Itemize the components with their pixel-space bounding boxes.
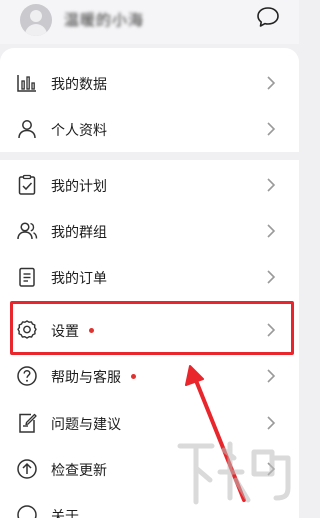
notification-dot <box>89 327 94 333</box>
chevron-right-icon <box>267 323 276 337</box>
menu-item-label: 个人资料 <box>51 123 107 139</box>
info-icon <box>17 505 37 518</box>
menu-card-secondary: 我的计划 我的群组 我的订单 设置 帮助与客服 问题与建议 检查更新 关于 <box>0 160 299 518</box>
menu-item-label: 我的计划 <box>51 179 107 195</box>
menu-item-help[interactable]: 帮助与客服 <box>0 353 299 399</box>
chevron-right-icon <box>267 462 276 476</box>
notification-dot <box>131 373 136 379</box>
chevron-right-icon <box>267 76 276 90</box>
menu-item-profile[interactable]: 个人资料 <box>0 106 299 152</box>
username[interactable]: 温暖的小海 <box>64 9 144 30</box>
menu-card-primary: 我的数据 个人资料 <box>0 48 299 152</box>
menu-item-label: 我的订单 <box>51 271 107 287</box>
menu-item-check-update[interactable]: 检查更新 <box>0 446 299 492</box>
gear-icon <box>17 320 37 339</box>
chevron-right-icon <box>267 122 276 136</box>
menu-item-my-data[interactable]: 我的数据 <box>0 60 299 106</box>
chevron-right-icon <box>267 178 276 192</box>
avatar[interactable] <box>20 4 52 36</box>
menu-item-label: 我的数据 <box>51 77 107 93</box>
chevron-right-icon <box>267 416 276 430</box>
chevron-right-icon <box>267 270 276 284</box>
menu-item-my-plan[interactable]: 我的计划 <box>0 162 299 208</box>
profile-header: 温暖的小海 <box>0 0 299 44</box>
chevron-right-icon <box>267 369 276 383</box>
order-list-icon <box>19 267 35 287</box>
menu-item-my-groups[interactable]: 我的群组 <box>0 208 299 254</box>
menu-item-label: 问题与建议 <box>51 417 121 433</box>
person-icon <box>18 120 36 139</box>
menu-item-label: 检查更新 <box>51 463 107 479</box>
help-circle-icon <box>17 366 37 386</box>
menu-item-about[interactable]: 关于 <box>0 492 299 518</box>
menu-item-label: 关于 <box>51 509 79 518</box>
clipboard-check-icon <box>18 174 36 195</box>
menu-item-label: 我的群组 <box>51 225 107 241</box>
menu-item-label: 帮助与客服 <box>51 367 136 387</box>
help-label: 帮助与客服 <box>51 370 121 386</box>
bar-chart-icon <box>17 75 36 92</box>
feedback-edit-icon <box>19 413 37 433</box>
update-arrow-icon <box>17 459 37 479</box>
chevron-right-icon <box>267 224 276 238</box>
group-icon <box>17 222 38 240</box>
menu-item-my-orders[interactable]: 我的订单 <box>0 254 299 300</box>
menu-item-settings[interactable]: 设置 <box>0 307 299 353</box>
settings-label: 设置 <box>51 324 79 340</box>
chat-bubble-icon[interactable] <box>256 6 280 28</box>
menu-item-label: 设置 <box>51 321 94 341</box>
menu-item-feedback[interactable]: 问题与建议 <box>0 400 299 446</box>
